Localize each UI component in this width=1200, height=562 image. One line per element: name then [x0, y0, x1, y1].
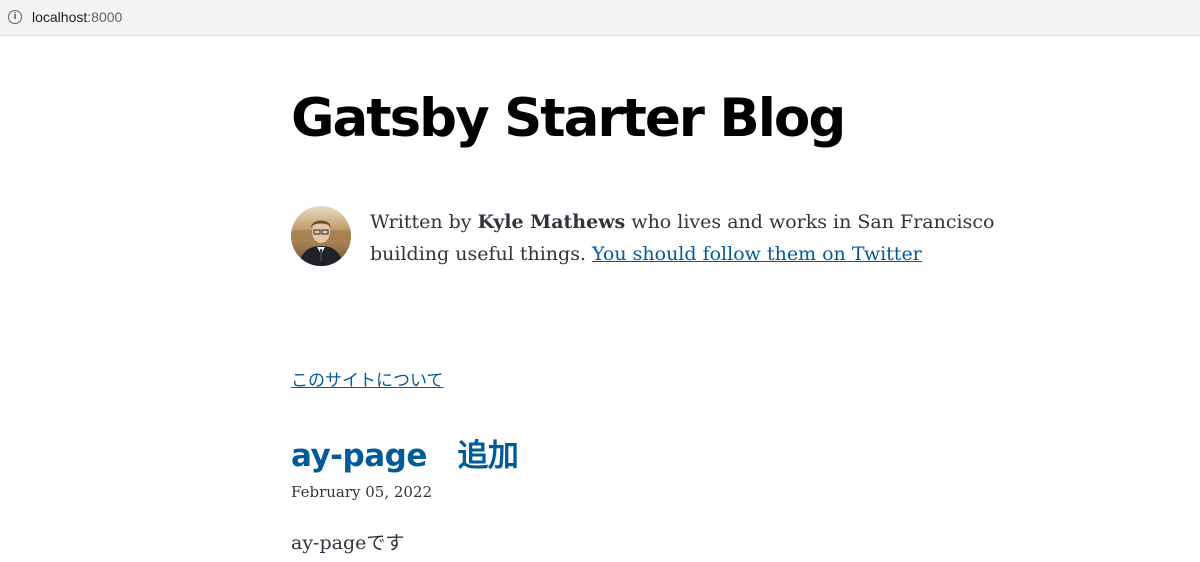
post-title-link[interactable]: ay-page 追加: [291, 430, 519, 475]
post-date: February 05, 2022: [291, 483, 433, 501]
author-avatar: [291, 206, 351, 266]
twitter-link[interactable]: You should follow them on Twitter: [592, 243, 922, 265]
url-host: localhost: [32, 9, 88, 25]
url-port: :8000: [87, 9, 123, 25]
post-excerpt: ay-pageです: [291, 532, 405, 554]
about-link[interactable]: このサイトについて: [291, 366, 444, 391]
bio-text: Written by Kyle Mathews who lives and wo…: [370, 206, 1060, 270]
bio-prefix: Written by: [370, 211, 478, 233]
author-name: Kyle Mathews: [477, 211, 626, 233]
url-text[interactable]: localhost:8000: [32, 9, 122, 25]
browser-address-bar[interactable]: i localhost:8000: [0, 0, 1200, 36]
info-icon[interactable]: i: [8, 10, 22, 24]
site-title[interactable]: Gatsby Starter Blog: [291, 88, 846, 149]
